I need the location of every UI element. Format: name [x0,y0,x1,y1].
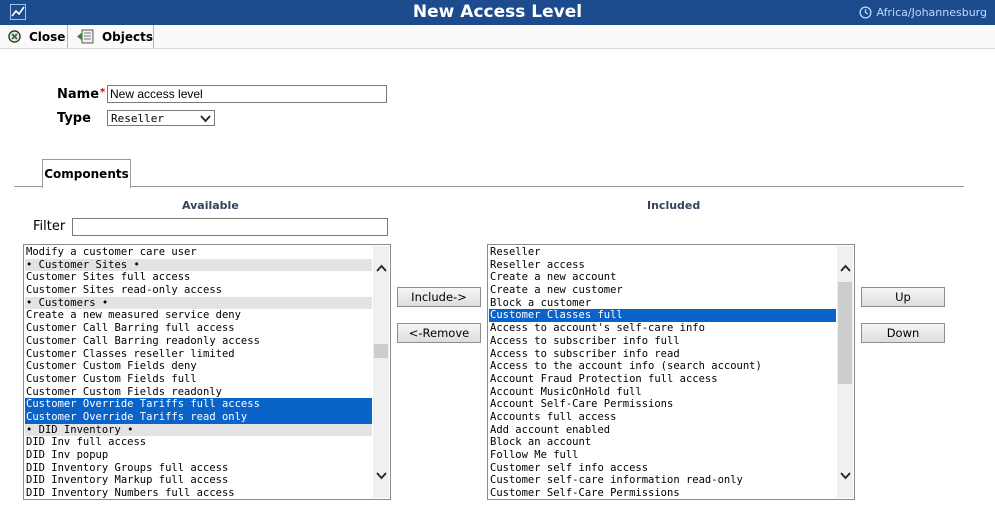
include-button[interactable]: Include-> [397,287,481,307]
available-listbox[interactable]: Modify a customer care user • Customer Si… [23,244,391,500]
included-items: Reseller Reseller access Create a new acco… [489,246,836,499]
type-select[interactable]: Reseller [107,110,215,126]
close-icon [8,30,21,43]
filter-input[interactable] [72,218,388,236]
name-label: Name* [57,87,105,102]
required-mark: * [100,87,106,98]
list-item[interactable]: Customer Override Tariffs full access [25,398,372,411]
list-item[interactable]: DID Inv popup [25,449,372,462]
title-bar: New Access Level Africa/Johannesburg [0,0,995,25]
list-item[interactable]: Reseller access [489,259,836,272]
list-item[interactable]: Account Fraud Protection full access [489,373,836,386]
filter-label: Filter [33,219,66,234]
list-item[interactable]: Customer Custom Fields full [25,373,372,386]
type-select-value: Reseller [111,112,164,125]
list-item[interactable]: Create a new customer [489,284,836,297]
list-item[interactable]: Customer Sites read-only access [25,284,372,297]
down-button[interactable]: Down [861,323,945,343]
tab-divider [14,186,964,187]
list-item[interactable]: DID Inv full access [25,436,372,449]
scroll-up-icon[interactable] [837,260,853,276]
close-label: Close [29,29,66,44]
scroll-down-icon[interactable] [373,468,389,484]
available-items: Modify a customer care user • Customer Si… [25,246,372,499]
list-item[interactable]: Customer Override Tariffs read only [25,410,372,424]
list-item[interactable]: Create a new account [489,271,836,284]
available-scrollbar[interactable] [373,246,389,498]
chevron-down-icon [200,115,211,123]
list-item[interactable]: Access to subscriber info read [489,348,836,361]
toolbar: Close Objects [0,25,995,49]
list-item[interactable]: Reseller [489,246,836,259]
clock-icon [858,6,872,19]
list-item[interactable]: DID Inventory Groups full access [25,462,372,475]
list-item[interactable]: Access to account's self-care info [489,322,836,335]
available-heading: Available [182,199,239,212]
list-item[interactable]: Block a customer [489,297,836,310]
list-item[interactable]: Customer self info access [489,462,836,475]
list-item[interactable]: Block an account [489,436,836,449]
objects-button[interactable]: Objects [69,25,154,48]
list-item[interactable]: Customer Custom Fields deny [25,360,372,373]
list-item[interactable]: Add account enabled [489,424,836,437]
list-item[interactable]: Account MusicOnHold full [489,386,836,399]
list-item[interactable]: Access to subscriber info full [489,335,836,348]
list-item[interactable]: Customer Custom Fields readonly [25,386,372,399]
list-group-header: • Customer Sites • [25,258,372,272]
up-button[interactable]: Up [861,287,945,307]
list-item[interactable]: Modify a customer care user [25,246,372,259]
included-scrollbar[interactable] [837,246,853,498]
list-item[interactable]: Customer self-care information read-only [489,474,836,487]
included-heading: Included [647,199,701,212]
list-item[interactable]: Customer Classes full [489,309,836,323]
type-label: Type [57,111,91,126]
objects-label: Objects [101,29,153,44]
name-input[interactable]: New access level [107,85,387,103]
scroll-down-icon[interactable] [837,468,853,484]
timezone-link[interactable]: Africa/Johannesburg [858,5,987,20]
timezone-label: Africa/Johannesburg [876,6,987,19]
list-group-header: • DID Inventory • [25,423,372,437]
list-item[interactable]: DID Inventory Numbers full access [25,487,372,499]
list-item[interactable]: Follow Me full [489,449,836,462]
list-group-header: • Customers • [25,296,372,310]
list-item[interactable]: Customer Call Barring readonly access [25,335,372,348]
scroll-thumb[interactable] [838,282,852,384]
scroll-up-icon[interactable] [373,260,389,276]
tab-components[interactable]: Components [42,159,131,188]
objects-icon [77,29,94,44]
name-label-text: Name [57,87,100,102]
list-item[interactable]: Customer Call Barring full access [25,322,372,335]
list-item[interactable]: Customer Sites full access [25,271,372,284]
close-button[interactable]: Close [0,25,68,48]
list-item[interactable]: Customer Classes reseller limited [25,348,372,361]
included-listbox[interactable]: Reseller Reseller access Create a new acco… [487,244,855,500]
scroll-thumb[interactable] [374,344,388,358]
list-item[interactable]: Account Self-Care Permissions [489,398,836,411]
remove-button[interactable]: <-Remove [397,323,481,343]
list-item[interactable]: Access to the account info (search accou… [489,360,836,373]
list-item[interactable]: Accounts full access [489,411,836,424]
page-title: New Access Level [412,2,583,22]
list-item[interactable]: Customer Self-Care Permissions [489,487,836,499]
list-item[interactable]: Create a new measured service deny [25,309,372,322]
list-item[interactable]: DID Inventory Markup full access [25,474,372,487]
